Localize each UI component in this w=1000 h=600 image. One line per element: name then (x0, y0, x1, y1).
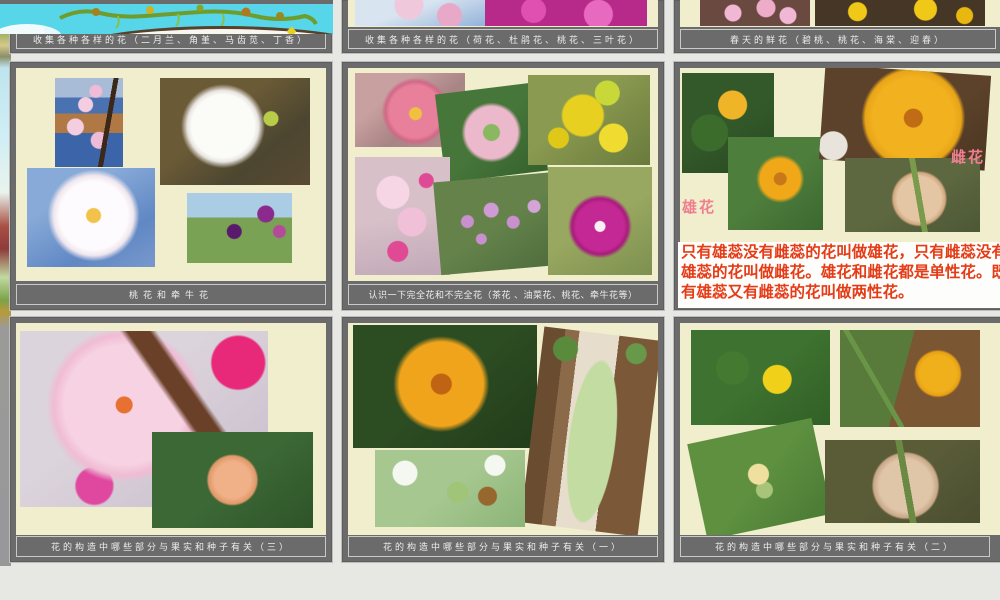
slide-thumbnail-10-partial[interactable] (0, 0, 333, 34)
photo-winter-jasmine (815, 0, 985, 26)
slide-thumbnail-5[interactable]: 认识一下完全花和不完全花（茶花 、油菜花、桃花、牵牛花等） (342, 62, 664, 310)
slide-thumbnail-6[interactable]: 雄花 雌花 只有雄蕊没有雌蕊的花叫做雄花，只有雌蕊没有雄蕊的花叫做雌花。雄花和雌… (674, 62, 1000, 310)
partial-slide-content (0, 4, 333, 34)
slide-caption: 春天的鲜花（碧桃、桃花、海棠、迎春） (680, 29, 996, 49)
slide-thumbnail-3[interactable]: 春天的鲜花（碧桃、桃花、海棠、迎春） (674, 0, 1000, 53)
male-flower-label: 雄花 (682, 196, 716, 217)
slide-thumbnail-8[interactable]: 花的构造中哪些部分与果实和种子有关（一） (342, 317, 664, 562)
photo-pumpkin-fruit (845, 158, 980, 232)
slide-thumbnail-9[interactable]: 花的构造中哪些部分与果实和种子有关（二） (674, 317, 1000, 562)
photo-cucumber-flower (691, 330, 830, 425)
photo-rapeseed-flower (528, 75, 650, 165)
photo-young-pumpkin (687, 418, 832, 535)
slide-thumbnail-2[interactable]: 收集各种各样的花（荷花、杜鹃花、桃花、三叶花） (342, 0, 664, 53)
photo-white-peach-blossom (27, 168, 155, 267)
photo-pink-blossom-macro (355, 0, 490, 26)
cloud-art (0, 24, 62, 34)
photo-peach-blossom-branch (55, 78, 123, 167)
photo-hanging-gourd (520, 327, 658, 535)
photo-mature-pumpkin (825, 440, 980, 523)
photo-peach-fruit (152, 432, 313, 528)
slide-note-text: 只有雄蕊没有雌蕊的花叫做雄花，只有雌蕊没有雄蕊的花叫做雌花。雄花和雌花都是单性花… (678, 242, 1000, 308)
vine-art (58, 4, 318, 28)
slide-caption: 花的构造中哪些部分与果实和种子有关（三） (16, 536, 326, 557)
photo-white-morning-glory (160, 78, 310, 185)
female-flower-label: 雌花 (951, 146, 985, 167)
photo-purple-morning-glories (187, 193, 292, 263)
slide-caption: 认识一下完全花和不完全花（茶花 、油菜花、桃花、牵牛花等） (348, 284, 658, 305)
slide-thumbnail-7[interactable]: 花的构造中哪些部分与果实和种子有关（三） (10, 317, 332, 562)
slide-caption: 桃花和牵牛花 (16, 284, 326, 305)
photo-peach-blossom-branch (700, 0, 810, 26)
photo-male-squash-flower (728, 137, 823, 230)
photo-squash-flower (353, 325, 537, 448)
slide-caption: 收集各种各样的花（荷花、杜鹃花、桃花、三叶花） (348, 29, 658, 49)
slide-sorter-view: 收集各种各样的花（二月兰、角堇、马齿苋、丁香） 收集各种各样的花（荷花、杜鹃花、… (0, 0, 1000, 600)
photo-pumpkin-flower-vine (840, 330, 980, 427)
photo-young-gourd-on-vine (375, 450, 525, 527)
photo-fireweed-spray (433, 172, 564, 275)
slide-caption: 花的构造中哪些部分与果实和种子有关（二） (680, 536, 990, 557)
photo-magenta-morning-glory (548, 167, 652, 275)
slide-thumbnail-4[interactable]: 桃花和牵牛花 (10, 62, 332, 310)
photo-magenta-azalea (485, 0, 647, 26)
slide-caption: 花的构造中哪些部分与果实和种子有关（一） (348, 536, 658, 557)
